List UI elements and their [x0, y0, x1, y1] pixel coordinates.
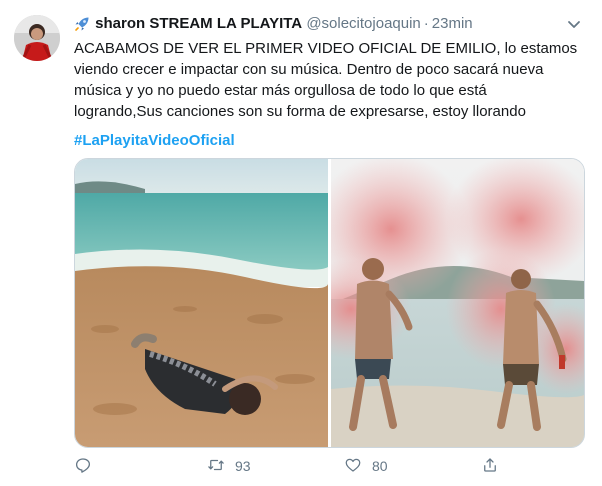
tweet-text: ACABAMOS DE VER EL PRIMER VIDEO OFICIAL … [74, 40, 582, 120]
tweet[interactable]: sharon STREAM LA PLAYITA @solecitojoaqui… [0, 0, 602, 486]
media-photo-smoke[interactable] [291, 159, 584, 447]
tweet-actions: 93 80 [74, 454, 514, 478]
media-photo-beach[interactable] [75, 159, 328, 447]
like-button[interactable]: 80 [344, 454, 388, 478]
rocket-emoji-icon [74, 14, 91, 38]
like-count: 80 [372, 458, 388, 474]
hashtag-link[interactable]: #LaPlayitaVideoOficial [74, 130, 235, 151]
share-icon [481, 456, 499, 477]
chevron-down-icon[interactable] [564, 14, 584, 34]
reply-button[interactable] [74, 454, 102, 478]
tweet-header: sharon STREAM LA PLAYITA @solecitojoaqui… [74, 14, 582, 34]
display-name[interactable]: sharon STREAM LA PLAYITA [95, 15, 302, 32]
reply-icon [74, 456, 92, 477]
retweet-button[interactable]: 93 [207, 454, 251, 478]
timestamp[interactable]: 23min [432, 15, 473, 32]
heart-icon [344, 456, 362, 477]
media-grid [74, 158, 585, 448]
user-handle[interactable]: @solecitojoaquin [306, 15, 420, 32]
separator-dot: · [423, 15, 429, 32]
share-button[interactable] [481, 454, 509, 478]
retweet-count: 93 [235, 458, 251, 474]
avatar[interactable] [14, 15, 60, 61]
retweet-icon [207, 456, 225, 477]
